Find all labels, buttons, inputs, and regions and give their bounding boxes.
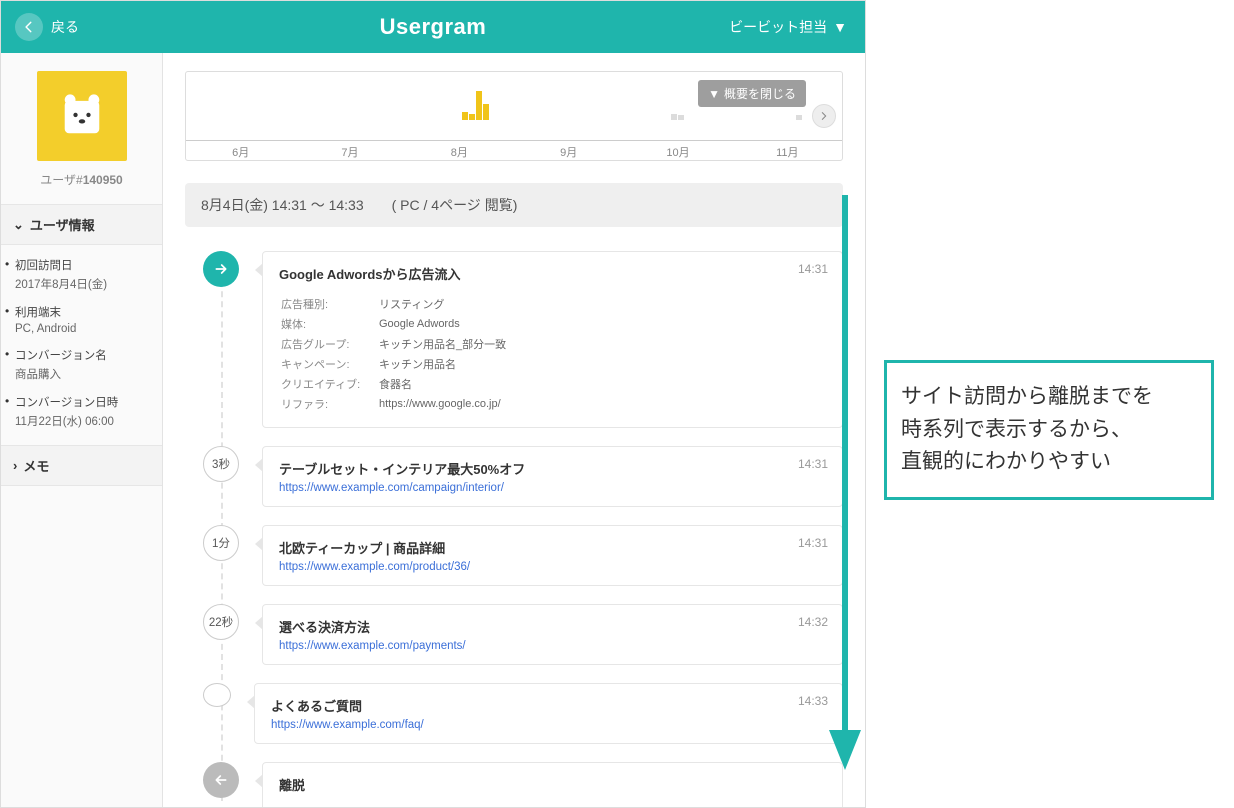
callout-text: サイト訪問から離脱までを 時系列で表示するから、 直観的にわかりやすい bbox=[884, 360, 1214, 500]
close-summary-button[interactable]: ▼ 概要を閉じる bbox=[698, 80, 806, 107]
back-label: 戻る bbox=[51, 17, 79, 37]
page-url[interactable]: https://www.example.com/product/36/ bbox=[279, 561, 826, 573]
sidebar-section-memo[interactable]: › メモ bbox=[1, 445, 162, 486]
timeline-card[interactable]: 14:31Google Adwordsから広告流入広告種別:リスティング媒体:G… bbox=[262, 251, 843, 428]
page-url[interactable]: https://www.example.com/payments/ bbox=[279, 640, 826, 652]
sidebar-item-label: 利用端末 bbox=[15, 304, 148, 320]
sidebar-item-value: 2017年8月4日(金) bbox=[15, 276, 148, 292]
axis-tick: 9月 bbox=[514, 141, 623, 160]
exit-node-icon bbox=[203, 762, 239, 798]
sidebar-info-item: 利用端末 PC, Android bbox=[1, 298, 162, 341]
entry-details: 広告種別:リスティング媒体:Google Adwords広告グループ:キッチン用… bbox=[279, 293, 508, 415]
card-title: よくあるご質問 bbox=[271, 696, 826, 715]
app-window: 戻る Usergram ビービット担当 ▼ ユーザ#140950 ⌄ bbox=[0, 0, 866, 808]
app-header: 戻る Usergram ビービット担当 ▼ bbox=[1, 1, 865, 53]
sidebar-info-item: コンバージョン日時 11月22日(水) 06:00 bbox=[1, 388, 162, 435]
chevron-right-icon: › bbox=[13, 458, 17, 473]
axis-tick: 10月 bbox=[623, 141, 732, 160]
axis-tick: 11月 bbox=[733, 141, 842, 160]
timeline-row: 14:33よくあるご質問 https://www.example.com/faq/ bbox=[203, 683, 843, 744]
axis-tick: 7月 bbox=[295, 141, 404, 160]
app-title: Usergram bbox=[380, 14, 487, 40]
page-url[interactable]: https://www.example.com/campaign/interio… bbox=[279, 482, 826, 494]
sidebar-item-label: 初回訪問日 bbox=[15, 257, 148, 273]
card-title: 選べる決済方法 bbox=[279, 617, 826, 636]
event-time: 14:31 bbox=[798, 536, 828, 550]
card-title: Google Adwordsから広告流入 bbox=[279, 264, 826, 283]
sidebar-info-item: コンバージョン名商品購入 bbox=[1, 341, 162, 388]
page-url[interactable]: https://www.example.com/faq/ bbox=[271, 719, 826, 731]
chart-bar bbox=[671, 114, 677, 120]
main-content: ▼ 概要を閉じる 6月7月8月9月10月11月 8月4日(金) 14:31 ～ … bbox=[163, 53, 865, 807]
timeline-row: 22秒 14:32選べる決済方法 https://www.example.com/p… bbox=[203, 604, 843, 665]
back-button[interactable]: 戻る bbox=[15, 13, 79, 41]
chart-bar bbox=[462, 112, 468, 120]
sidebar-item-label: コンバージョン日時 bbox=[15, 394, 148, 410]
sidebar-item-value: PC, Android bbox=[15, 323, 148, 335]
timeline-row: 3秒 14:31テーブルセット・インテリア最大50%オフ https://www.e… bbox=[203, 446, 843, 507]
duration-node: 1分 bbox=[203, 525, 239, 561]
account-menu[interactable]: ビービット担当 ▼ bbox=[729, 17, 847, 37]
card-title: 北欧ティーカップ | 商品詳細 bbox=[279, 538, 826, 557]
event-time: 14:31 bbox=[798, 262, 828, 276]
chevron-down-icon: ▼ bbox=[833, 19, 847, 35]
overview-chart: ▼ 概要を閉じる 6月7月8月9月10月11月 bbox=[185, 71, 843, 161]
axis-tick: 6月 bbox=[186, 141, 295, 160]
back-arrow-icon bbox=[15, 13, 43, 41]
axis-tick: 8月 bbox=[405, 141, 514, 160]
event-time: 14:31 bbox=[798, 457, 828, 471]
timeline-card[interactable]: 14:31テーブルセット・インテリア最大50%オフ https://www.exa… bbox=[262, 446, 843, 507]
entry-node-icon bbox=[203, 251, 239, 287]
session-header: 8月4日(金) 14:31 ～ 14:33 ( PC / 4ページ 閲覧) bbox=[185, 183, 843, 227]
account-label: ビービット担当 bbox=[729, 17, 827, 37]
sidebar-item-label: コンバージョン名 bbox=[15, 347, 148, 363]
chart-bar bbox=[678, 115, 684, 120]
sidebar-item-value: 商品購入 bbox=[15, 366, 148, 382]
card-title: 離脱 bbox=[279, 775, 826, 794]
callout-arrow-icon bbox=[825, 195, 865, 775]
timeline-card[interactable]: 14:31北欧ティーカップ | 商品詳細 https://www.example.… bbox=[262, 525, 843, 586]
app-body: ユーザ#140950 ⌄ ユーザ情報 初回訪問日 2017年8月4日(金) 利用端末… bbox=[1, 53, 865, 807]
timeline-card[interactable]: 14:33よくあるご質問 https://www.example.com/faq/ bbox=[254, 683, 843, 744]
user-id: ユーザ#140950 bbox=[1, 171, 162, 188]
timeline-row: 離脱 bbox=[203, 762, 843, 807]
avatar bbox=[37, 71, 127, 161]
chart-bar bbox=[796, 115, 802, 120]
timeline-row: 1分 14:31北欧ティーカップ | 商品詳細 https://www.exampl… bbox=[203, 525, 843, 586]
chart-bar bbox=[469, 114, 475, 120]
sidebar-section-userinfo[interactable]: ⌄ ユーザ情報 bbox=[1, 204, 162, 245]
empty-node bbox=[203, 683, 231, 707]
event-time: 14:32 bbox=[798, 615, 828, 629]
chart-bar bbox=[476, 91, 482, 120]
sidebar-user-info-list: 初回訪問日 2017年8月4日(金) 利用端末 PC, Android コンバージョン名… bbox=[1, 245, 162, 445]
card-title: テーブルセット・インテリア最大50%オフ bbox=[279, 459, 826, 478]
timeline: 14:31Google Adwordsから広告流入広告種別:リスティング媒体:G… bbox=[203, 251, 843, 807]
sidebar: ユーザ#140950 ⌄ ユーザ情報 初回訪問日 2017年8月4日(金) 利用端末… bbox=[1, 53, 163, 807]
chart-bar bbox=[483, 104, 489, 120]
triangle-down-icon: ▼ bbox=[708, 87, 720, 101]
timeline-card[interactable]: 離脱 bbox=[262, 762, 843, 807]
chart-next-button[interactable] bbox=[812, 104, 836, 128]
event-time: 14:33 bbox=[798, 694, 828, 708]
chevron-down-icon: ⌄ bbox=[13, 217, 24, 233]
duration-node: 3秒 bbox=[203, 446, 239, 482]
chart-axis: 6月7月8月9月10月11月 bbox=[186, 140, 842, 160]
duration-node: 22秒 bbox=[203, 604, 239, 640]
sidebar-info-item: 初回訪問日 2017年8月4日(金) bbox=[1, 251, 162, 298]
timeline-row: 14:31Google Adwordsから広告流入広告種別:リスティング媒体:G… bbox=[203, 251, 843, 428]
timeline-card[interactable]: 14:32選べる決済方法 https://www.example.com/paym… bbox=[262, 604, 843, 665]
sidebar-item-value: 11月22日(水) 06:00 bbox=[15, 413, 148, 429]
